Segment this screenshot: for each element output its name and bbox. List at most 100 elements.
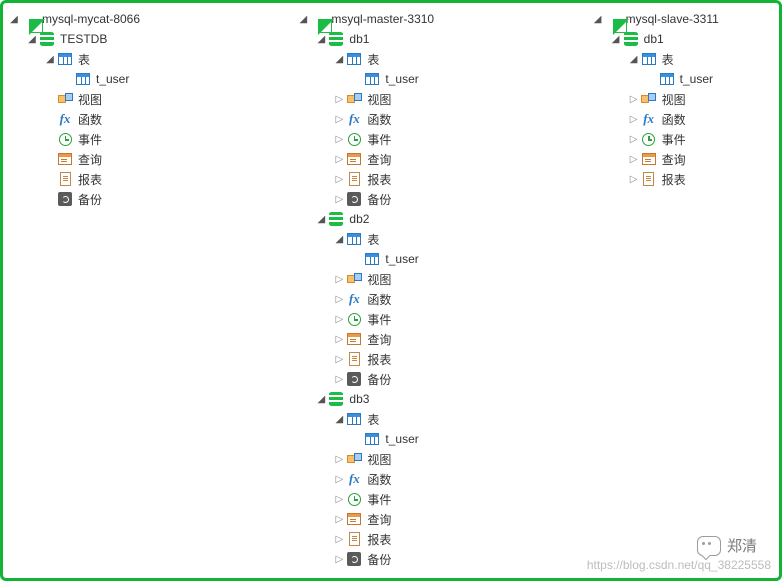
backups-folder[interactable]: 备份 bbox=[45, 189, 290, 209]
database-label: TESTDB bbox=[59, 32, 107, 46]
table-node[interactable]: t_user bbox=[63, 69, 290, 89]
event-group-icon bbox=[57, 131, 73, 147]
expand-arrow-icon[interactable]: ◢ bbox=[316, 214, 326, 225]
functions-folder[interactable]: ▷fx 函数 bbox=[334, 289, 584, 309]
collapse-arrow-icon[interactable]: ▷ bbox=[334, 134, 344, 145]
queries-folder[interactable]: ▷ 查询 bbox=[334, 509, 584, 529]
expand-arrow-icon[interactable]: ◢ bbox=[593, 14, 603, 25]
connection-node[interactable]: ◢ mysql-mycat-8066 bbox=[9, 9, 290, 29]
collapse-arrow-icon[interactable]: ▷ bbox=[334, 314, 344, 325]
report-group-icon bbox=[346, 531, 362, 547]
collapse-arrow-icon[interactable]: ▷ bbox=[334, 494, 344, 505]
tables-folder[interactable]: ◢ 表 bbox=[334, 229, 584, 249]
collapse-arrow-icon[interactable]: ▷ bbox=[629, 154, 639, 165]
views-folder[interactable]: ▷ 视图 bbox=[629, 89, 777, 109]
expand-arrow-icon[interactable]: ◢ bbox=[611, 34, 621, 45]
table-icon bbox=[364, 431, 380, 447]
backups-folder[interactable]: ▷ 备份 bbox=[334, 369, 584, 389]
collapse-arrow-icon[interactable]: ▷ bbox=[334, 174, 344, 185]
queries-folder[interactable]: ▷ 查询 bbox=[334, 329, 584, 349]
tables-folder[interactable]: ◢ 表 bbox=[45, 49, 290, 69]
expand-arrow-icon[interactable]: ◢ bbox=[316, 34, 326, 45]
database-node[interactable]: ◢ db1 bbox=[316, 29, 584, 49]
expand-arrow-icon[interactable]: ◢ bbox=[298, 14, 308, 25]
events-folder-label: 事件 bbox=[77, 131, 102, 148]
functions-folder[interactable]: ▷fx 函数 bbox=[334, 469, 584, 489]
expand-arrow-icon[interactable]: ◢ bbox=[45, 54, 55, 65]
collapse-arrow-icon[interactable]: ▷ bbox=[334, 474, 344, 485]
backups-folder[interactable]: ▷ 备份 bbox=[334, 549, 584, 569]
views-folder[interactable]: 视图 bbox=[45, 89, 290, 109]
table-node[interactable]: t_user bbox=[352, 249, 584, 269]
expand-arrow-icon[interactable]: ◢ bbox=[629, 54, 639, 65]
events-folder[interactable]: ▷ 事件 bbox=[334, 309, 584, 329]
expand-arrow-icon[interactable]: ◢ bbox=[334, 54, 344, 65]
functions-folder[interactable]: fx 函数 bbox=[45, 109, 290, 129]
tables-folder[interactable]: ◢ 表 bbox=[629, 49, 777, 69]
function-group-icon: fx bbox=[346, 291, 362, 307]
expand-arrow-icon[interactable]: ◢ bbox=[9, 14, 19, 25]
connection-label: mysql-slave-3311 bbox=[625, 12, 719, 26]
collapse-arrow-icon[interactable]: ▷ bbox=[334, 114, 344, 125]
reports-folder[interactable]: ▷ 报表 bbox=[629, 169, 777, 189]
expand-arrow-icon[interactable]: ◢ bbox=[316, 394, 326, 405]
table-label: t_user bbox=[384, 252, 418, 266]
collapse-arrow-icon[interactable]: ▷ bbox=[334, 514, 344, 525]
queries-folder[interactable]: ▷ 查询 bbox=[629, 149, 777, 169]
collapse-arrow-icon[interactable]: ▷ bbox=[334, 334, 344, 345]
views-folder-label: 视图 bbox=[366, 451, 391, 468]
collapse-arrow-icon[interactable]: ▷ bbox=[334, 554, 344, 565]
collapse-arrow-icon[interactable]: ▷ bbox=[334, 194, 344, 205]
views-folder-label: 视图 bbox=[366, 271, 391, 288]
table-node[interactable]: t_user bbox=[352, 429, 584, 449]
reports-folder[interactable]: ▷ 报表 bbox=[334, 349, 584, 369]
tables-folder[interactable]: ◢ 表 bbox=[334, 409, 584, 429]
expand-arrow-icon[interactable]: ◢ bbox=[334, 414, 344, 425]
table-folder-icon bbox=[346, 231, 362, 247]
views-folder[interactable]: ▷ 视图 bbox=[334, 269, 584, 289]
collapse-arrow-icon[interactable]: ▷ bbox=[334, 374, 344, 385]
backups-folder[interactable]: ▷ 备份 bbox=[334, 189, 584, 209]
queries-folder[interactable]: ▷ 查询 bbox=[334, 149, 584, 169]
collapse-arrow-icon[interactable]: ▷ bbox=[629, 94, 639, 105]
collapse-arrow-icon[interactable]: ▷ bbox=[334, 294, 344, 305]
database-icon bbox=[328, 211, 344, 227]
database-node[interactable]: ◢ db3 bbox=[316, 389, 584, 409]
database-node[interactable]: ◢ TESTDB bbox=[27, 29, 290, 49]
functions-folder-label: 函数 bbox=[366, 471, 391, 488]
functions-folder[interactable]: ▷fx 函数 bbox=[629, 109, 777, 129]
reports-folder[interactable]: 报表 bbox=[45, 169, 290, 189]
events-folder[interactable]: ▷ 事件 bbox=[629, 129, 777, 149]
collapse-arrow-icon[interactable]: ▷ bbox=[334, 534, 344, 545]
collapse-arrow-icon[interactable]: ▷ bbox=[629, 174, 639, 185]
table-node[interactable]: t_user bbox=[352, 69, 584, 89]
events-folder[interactable]: ▷ 事件 bbox=[334, 489, 584, 509]
views-folder[interactable]: ▷ 视图 bbox=[334, 449, 584, 469]
events-folder[interactable]: ▷ 事件 bbox=[334, 129, 584, 149]
reports-folder[interactable]: ▷ 报表 bbox=[334, 169, 584, 189]
query-group-icon bbox=[346, 151, 362, 167]
tables-folder[interactable]: ◢ 表 bbox=[334, 49, 584, 69]
database-node[interactable]: ◢ db1 bbox=[611, 29, 777, 49]
database-node[interactable]: ◢ db2 bbox=[316, 209, 584, 229]
connection-node[interactable]: ◢ msyql-master-3310 bbox=[298, 9, 584, 29]
reports-folder-label: 报表 bbox=[366, 531, 391, 548]
functions-folder[interactable]: ▷fx 函数 bbox=[334, 109, 584, 129]
views-folder[interactable]: ▷ 视图 bbox=[334, 89, 584, 109]
collapse-arrow-icon[interactable]: ▷ bbox=[629, 114, 639, 125]
events-folder-label: 事件 bbox=[366, 491, 391, 508]
events-folder[interactable]: 事件 bbox=[45, 129, 290, 149]
expand-arrow-icon[interactable]: ◢ bbox=[334, 234, 344, 245]
reports-folder[interactable]: ▷ 报表 bbox=[334, 529, 584, 549]
collapse-arrow-icon[interactable]: ▷ bbox=[334, 94, 344, 105]
expand-arrow-icon[interactable]: ◢ bbox=[27, 34, 37, 45]
queries-folder[interactable]: 查询 bbox=[45, 149, 290, 169]
collapse-arrow-icon[interactable]: ▷ bbox=[629, 134, 639, 145]
table-icon bbox=[659, 71, 675, 87]
connection-node[interactable]: ◢ mysql-slave-3311 bbox=[593, 9, 777, 29]
collapse-arrow-icon[interactable]: ▷ bbox=[334, 454, 344, 465]
collapse-arrow-icon[interactable]: ▷ bbox=[334, 354, 344, 365]
collapse-arrow-icon[interactable]: ▷ bbox=[334, 154, 344, 165]
table-node[interactable]: t_user bbox=[647, 69, 777, 89]
collapse-arrow-icon[interactable]: ▷ bbox=[334, 274, 344, 285]
